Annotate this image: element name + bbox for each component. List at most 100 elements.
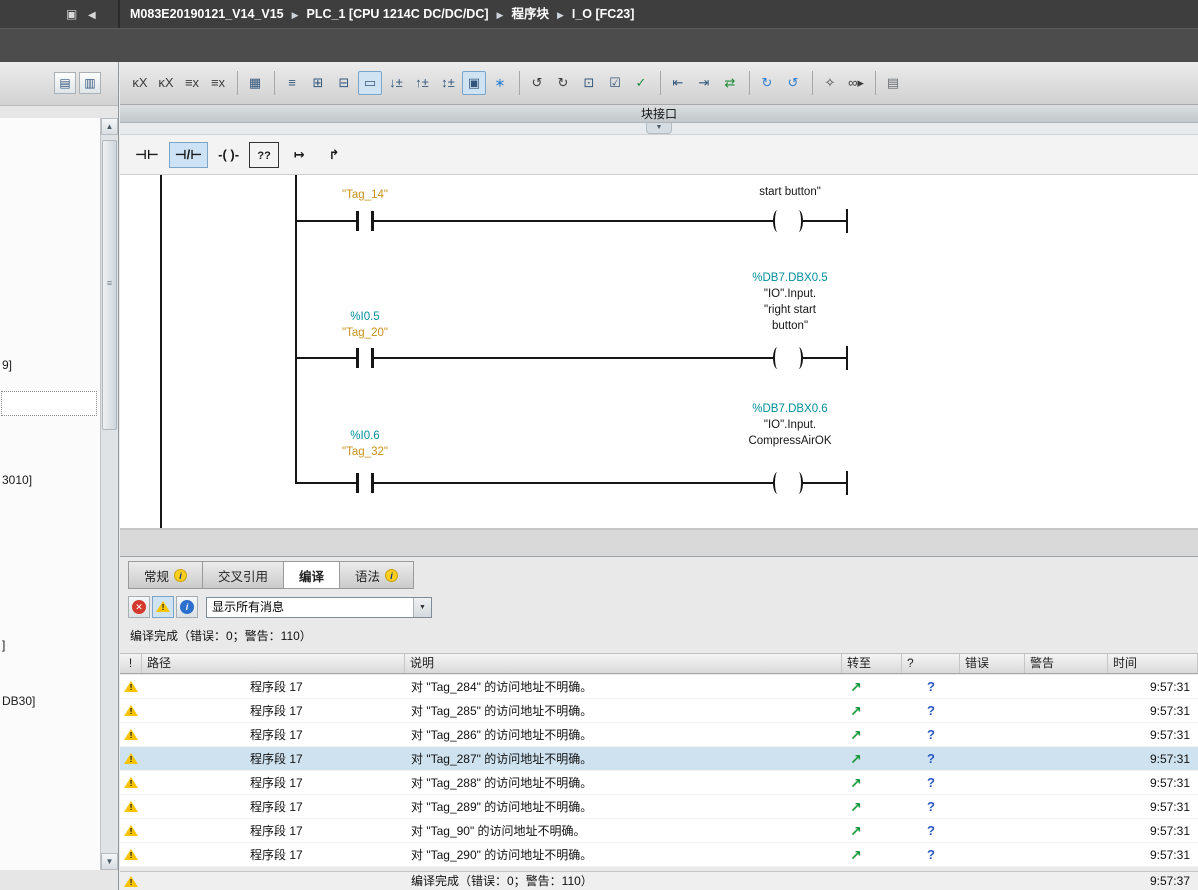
tab-syntax[interactable]: 语法 i xyxy=(339,561,414,589)
tree-item-fragment[interactable]: 3010] xyxy=(2,473,32,487)
no-contact[interactable] xyxy=(356,473,374,493)
help-question-icon[interactable]: ? xyxy=(902,723,960,747)
help-question-icon[interactable]: ? xyxy=(902,747,960,771)
no-contact[interactable] xyxy=(356,348,374,368)
tab-cross-references[interactable]: 交叉引用 xyxy=(202,561,283,589)
operand-comments-icon[interactable]: ≡x xyxy=(180,71,204,95)
go-offline-icon[interactable]: ↺ xyxy=(781,71,805,95)
insert-network-icon[interactable]: ≡ xyxy=(280,71,304,95)
output-coil[interactable] xyxy=(773,210,803,232)
column-path[interactable]: 路径 xyxy=(142,654,405,673)
show-comments-icon[interactable]: ▭ xyxy=(358,71,382,95)
upload-from-device-icon[interactable]: ⇥ xyxy=(692,71,716,95)
absolute-operands-icon[interactable]: ĸX xyxy=(128,71,152,95)
download-to-device-icon[interactable]: ⇤ xyxy=(666,71,690,95)
sync-icon[interactable]: ⇄ xyxy=(718,71,742,95)
collapse-handle-icon[interactable]: ▼ xyxy=(646,123,672,134)
nc-contact-icon[interactable]: ⊣/⊢ xyxy=(169,142,208,168)
table-row[interactable]: ! 程序段 17 对 "Tag_290" 的访问地址不明确。 ↗ ? 9:57:… xyxy=(120,843,1198,867)
scroll-down-icon[interactable]: ▼ xyxy=(101,853,118,870)
column-severity[interactable]: ! xyxy=(120,654,142,673)
go-to-next-icon[interactable]: ↻ xyxy=(551,71,575,95)
breadcrumb-program-blocks[interactable]: 程序块 xyxy=(511,7,549,21)
goto-arrow-icon[interactable]: ↗ xyxy=(842,723,902,747)
ladder-network-canvas[interactable]: "Tag_14" start button" %DB7.DBX0.5 "IO".… xyxy=(120,175,1198,528)
expand-networks-icon[interactable]: ⊞ xyxy=(306,71,330,95)
help-question-icon[interactable]: ? xyxy=(902,843,960,867)
monitoring-icon[interactable]: ∞▸ xyxy=(844,71,868,95)
breadcrumb-plc[interactable]: PLC_1 [CPU 1214C DC/DC/DC] xyxy=(307,7,489,21)
no-contact-icon[interactable]: ⊣⊢ xyxy=(130,142,164,168)
tree-view-icon[interactable]: ▤ xyxy=(54,72,76,94)
tree-item-fragment[interactable]: ] xyxy=(2,638,5,652)
pane-splitter[interactable] xyxy=(120,528,1198,557)
tree-selected-item[interactable] xyxy=(1,391,97,416)
insert-box-up-icon[interactable]: ↑± xyxy=(410,71,434,95)
filter-info-button[interactable]: i xyxy=(176,596,198,618)
tab-general[interactable]: 常规 i xyxy=(128,561,202,589)
no-contact[interactable] xyxy=(356,211,374,231)
table-row[interactable]: ! 程序段 17 对 "Tag_285" 的访问地址不明确。 ↗ ? 9:57:… xyxy=(120,699,1198,723)
help-question-icon[interactable]: ? xyxy=(902,819,960,843)
table-row[interactable]: ! 程序段 17 对 "Tag_90" 的访问地址不明确。 ↗ ? 9:57:3… xyxy=(120,819,1198,843)
column-errors[interactable]: 错误 xyxy=(960,654,1025,673)
table-row[interactable]: ! 程序段 17 对 "Tag_284" 的访问地址不明确。 ↗ ? 9:57:… xyxy=(120,675,1198,699)
chevron-down-icon[interactable]: ▼ xyxy=(413,598,431,617)
column-warnings[interactable]: 警告 xyxy=(1025,654,1108,673)
insert-branch-icon[interactable]: ↕± xyxy=(436,71,460,95)
goto-arrow-icon[interactable]: ↗ xyxy=(842,771,902,795)
collapse-networks-icon[interactable]: ⊟ xyxy=(332,71,356,95)
column-goto[interactable]: 转至 xyxy=(842,654,902,673)
help-question-icon[interactable]: ? xyxy=(902,795,960,819)
update-calls-icon[interactable]: ☑ xyxy=(603,71,627,95)
message-filter-dropdown[interactable]: 显示所有消息 ▼ xyxy=(206,597,432,618)
empty-box-icon[interactable]: ?? xyxy=(249,142,279,168)
insert-favorite-icon[interactable]: ∗ xyxy=(488,71,512,95)
goto-arrow-icon[interactable]: ↗ xyxy=(842,843,902,867)
filter-warnings-button[interactable]: ! xyxy=(152,596,174,618)
access-rights-icon[interactable]: ✧ xyxy=(818,71,842,95)
table-row[interactable]: ! 程序段 17 对 "Tag_286" 的访问地址不明确。 ↗ ? 9:57:… xyxy=(120,723,1198,747)
scrollbar-thumb[interactable]: ≡ xyxy=(102,140,117,430)
close-branch-icon[interactable]: ↱ xyxy=(319,142,349,168)
consistency-check-icon[interactable]: ✓ xyxy=(629,71,653,95)
contact-address-label[interactable]: %I0.5 xyxy=(350,311,379,323)
help-question-icon[interactable]: ? xyxy=(902,771,960,795)
scroll-up-icon[interactable]: ▲ xyxy=(101,118,118,135)
column-help[interactable]: ? xyxy=(902,654,960,673)
coil-operand-label[interactable]: start button" xyxy=(759,186,821,198)
table-row[interactable]: ! 程序段 17 对 "Tag_289" 的访问地址不明确。 ↗ ? 9:57:… xyxy=(120,795,1198,819)
symbolic-operands-icon[interactable]: ĸX xyxy=(154,71,178,95)
call-structure-icon[interactable]: ⊡ xyxy=(577,71,601,95)
output-coil[interactable] xyxy=(773,472,803,494)
tree-item-fragment[interactable]: DB30] xyxy=(2,694,35,708)
filter-errors-button[interactable]: ✕ xyxy=(128,596,150,618)
go-online-icon[interactable]: ↻ xyxy=(755,71,779,95)
open-branch-icon[interactable]: ↦ xyxy=(284,142,314,168)
network-titles-icon[interactable]: ≡x xyxy=(206,71,230,95)
window-layout-icon[interactable]: ▣ xyxy=(66,6,77,22)
breadcrumb-project[interactable]: M083E20190121_V14_V15 xyxy=(130,7,284,21)
data-log-icon[interactable]: ▤ xyxy=(881,71,905,95)
tree-detail-icon[interactable]: ▥ xyxy=(79,72,101,94)
coil-address-label[interactable]: %DB7.DBX0.6 xyxy=(752,403,827,415)
breadcrumb-block[interactable]: I_O [FC23] xyxy=(572,7,635,21)
column-time[interactable]: 时间 xyxy=(1108,654,1198,673)
table-row-selected[interactable]: ! 程序段 17 对 "Tag_287" 的访问地址不明确。 ↗ ? 9:57:… xyxy=(120,747,1198,771)
goto-arrow-icon[interactable]: ↗ xyxy=(842,675,902,699)
coil-operand-label[interactable]: button" xyxy=(772,320,808,332)
coil-operand-label[interactable]: "IO".Input. xyxy=(764,419,816,431)
compile-summary-row[interactable]: ! 编译完成（错误：0；警告：110） 9:57:37 xyxy=(120,871,1198,890)
rename-tag-icon[interactable]: ▦ xyxy=(243,71,267,95)
coil-operand-label[interactable]: "right start xyxy=(764,304,816,316)
tree-item-fragment[interactable]: 9] xyxy=(2,358,12,372)
help-question-icon[interactable]: ? xyxy=(902,675,960,699)
goto-arrow-icon[interactable]: ↗ xyxy=(842,795,902,819)
block-interface-bar[interactable]: 块接口 xyxy=(120,105,1198,123)
help-question-icon[interactable]: ? xyxy=(902,699,960,723)
collapse-panel-icon[interactable]: ◀ xyxy=(88,8,96,24)
tab-compile[interactable]: 编译 xyxy=(283,561,339,589)
coil-address-label[interactable]: %DB7.DBX0.5 xyxy=(752,272,827,284)
goto-arrow-icon[interactable]: ↗ xyxy=(842,819,902,843)
tree-scrollbar[interactable]: ▲ ≡ ▼ xyxy=(100,118,118,870)
